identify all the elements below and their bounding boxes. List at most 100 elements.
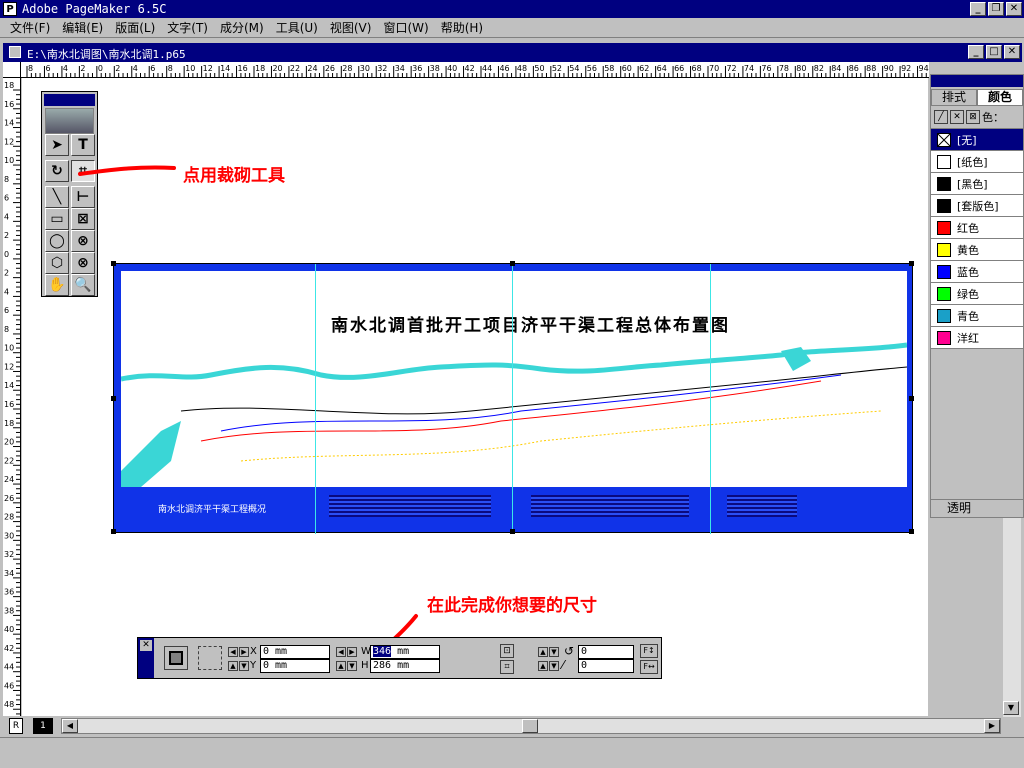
crop-handle[interactable]: [111, 261, 116, 266]
ruler-corner[interactable]: [3, 62, 21, 78]
scroll-down-icon[interactable]: ▼: [1003, 701, 1019, 715]
pointer-tool-icon[interactable]: ➤: [45, 134, 69, 156]
y-position-field[interactable]: 0 mm: [260, 659, 330, 673]
crop-handle[interactable]: [510, 529, 515, 534]
minimize-button[interactable]: _: [970, 2, 986, 16]
column-guide[interactable]: [315, 264, 316, 534]
flip-horizontal-icon[interactable]: F↕: [640, 644, 658, 658]
toolbox-titlebar[interactable]: [44, 94, 95, 106]
tab-styles[interactable]: 排式: [931, 89, 977, 105]
menu-file[interactable]: 文件(F): [4, 18, 56, 37]
doc-minimize-button[interactable]: _: [968, 45, 984, 59]
vertical-scrollbar[interactable]: ▼: [1003, 518, 1021, 717]
stroke-icon[interactable]: ╱: [934, 110, 948, 124]
restore-button[interactable]: ❐: [988, 2, 1004, 16]
crop-handle[interactable]: [111, 396, 116, 401]
color-item[interactable]: 青色: [931, 305, 1023, 327]
scroll-left-icon[interactable]: ◀: [62, 719, 78, 733]
horizontal-scrollbar[interactable]: ◀ ▶: [61, 718, 1001, 734]
color-item[interactable]: [纸色]: [931, 151, 1023, 173]
menu-edit[interactable]: 编辑(E): [56, 18, 109, 37]
crop-handle[interactable]: [909, 396, 914, 401]
color-item[interactable]: [套版色]: [931, 195, 1023, 217]
ellipse-frame-tool-icon[interactable]: ⊗: [71, 230, 95, 252]
crop-handle[interactable]: [111, 529, 116, 534]
zoom-tool-icon[interactable]: 🔍: [71, 274, 95, 296]
vertical-ruler[interactable]: 18 16 14 12 10 8 6 4 2 0 2 4 6 8 10 12 14 16 18 20 22 24 26 28 3…: [3, 78, 21, 716]
h-nudge-down-icon[interactable]: ▼: [347, 661, 357, 671]
tab-colors[interactable]: 颜色: [977, 89, 1023, 105]
crop-mode-icon[interactable]: ⌗: [500, 660, 514, 674]
both-icon[interactable]: ⊠: [966, 110, 980, 124]
color-item[interactable]: 绿色: [931, 283, 1023, 305]
doc-maximize-button[interactable]: □: [986, 45, 1002, 59]
w-nudge-left-icon[interactable]: ◀: [336, 647, 346, 657]
transparent-label[interactable]: 透明: [931, 499, 1023, 517]
menu-type[interactable]: 文字(T): [161, 18, 214, 37]
y-nudge-up-icon[interactable]: ▲: [228, 661, 238, 671]
close-button[interactable]: ✕: [1006, 2, 1022, 16]
height-field[interactable]: 286 mm: [370, 659, 440, 673]
menu-utilities[interactable]: 工具(U): [270, 18, 324, 37]
skew-field[interactable]: 0: [578, 659, 634, 673]
menu-element[interactable]: 成分(M): [214, 18, 270, 37]
column-guide[interactable]: [710, 264, 711, 534]
fill-icon[interactable]: ✕: [950, 110, 964, 124]
proxy-icon[interactable]: [198, 646, 222, 670]
horizontal-ruler[interactable]: 8 6 4 2 0 2 4 6 8 10 12 14 16 18 20 22 24 26 28 30 32 34 36 38 4…: [21, 62, 929, 78]
x-position-field[interactable]: 0 mm: [260, 645, 330, 659]
skew-nudge-up-icon[interactable]: ▲: [538, 661, 548, 671]
flip-vertical-icon[interactable]: F↔: [640, 660, 658, 674]
color-name: 蓝色: [957, 265, 979, 279]
color-item[interactable]: 红色: [931, 217, 1023, 239]
document-icon[interactable]: [9, 46, 21, 58]
color-item[interactable]: [黑色]: [931, 173, 1023, 195]
master-page-icon[interactable]: R: [9, 718, 23, 734]
h-nudge-up-icon[interactable]: ▲: [336, 661, 346, 671]
color-item[interactable]: 黄色: [931, 239, 1023, 261]
polygon-tool-icon[interactable]: ⬡: [45, 252, 69, 274]
rectangle-frame-tool-icon[interactable]: ⊠: [71, 208, 95, 230]
y-nudge-down-icon[interactable]: ▼: [239, 661, 249, 671]
ruler-label: 30: [360, 64, 370, 73]
doc-close-button[interactable]: ✕: [1004, 45, 1020, 59]
polygon-frame-tool-icon[interactable]: ⊗: [71, 252, 95, 274]
app-icon[interactable]: P: [3, 2, 17, 16]
rotate-tool-icon[interactable]: ↻: [45, 160, 69, 182]
hand-tool-icon[interactable]: ✋: [45, 274, 69, 296]
scroll-right-icon[interactable]: ▶: [984, 719, 1000, 733]
column-guide[interactable]: [512, 264, 513, 534]
color-item[interactable]: 蓝色: [931, 261, 1023, 283]
control-close-icon[interactable]: ✕: [140, 640, 152, 651]
rotation-field[interactable]: 0: [578, 645, 634, 659]
colors-panel-titlebar[interactable]: [931, 75, 1023, 87]
text-tool-icon[interactable]: T: [71, 134, 95, 156]
crop-handle[interactable]: [510, 261, 515, 266]
scroll-thumb[interactable]: [522, 719, 538, 733]
apply-button[interactable]: [164, 646, 188, 670]
page-1-icon[interactable]: 1: [33, 718, 53, 734]
color-item-none[interactable]: [无]: [931, 129, 1023, 151]
crop-handle[interactable]: [909, 529, 914, 534]
control-palette-titlebar[interactable]: ✕: [138, 638, 154, 678]
menu-help[interactable]: 帮助(H): [435, 18, 489, 37]
rotate-nudge-up-icon[interactable]: ▲: [538, 647, 548, 657]
rectangle-tool-icon[interactable]: ▭: [45, 208, 69, 230]
color-item[interactable]: 洋红: [931, 327, 1023, 349]
skew-nudge-down-icon[interactable]: ▼: [549, 661, 559, 671]
line-tool-icon[interactable]: ╲: [45, 186, 69, 208]
ruler-label: 46: [499, 64, 509, 73]
scaling-icon[interactable]: ⊡: [500, 644, 514, 658]
crop-handle[interactable]: [909, 261, 914, 266]
rotate-nudge-down-icon[interactable]: ▼: [549, 647, 559, 657]
menu-view[interactable]: 视图(V): [324, 18, 378, 37]
menu-layout[interactable]: 版面(L): [109, 18, 161, 37]
x-nudge-right-icon[interactable]: ▶: [239, 647, 249, 657]
x-nudge-left-icon[interactable]: ◀: [228, 647, 238, 657]
width-field[interactable]: 346 mm: [370, 645, 440, 659]
menu-window[interactable]: 窗口(W): [377, 18, 434, 37]
map-image[interactable]: 南水北调首批开工项目济平干渠工程总体布置图 南水北调济平干渠工程概况: [111, 261, 914, 534]
ellipse-tool-icon[interactable]: ◯: [45, 230, 69, 252]
w-nudge-right-icon[interactable]: ▶: [347, 647, 357, 657]
constrained-line-tool-icon[interactable]: ⊢: [71, 186, 95, 208]
